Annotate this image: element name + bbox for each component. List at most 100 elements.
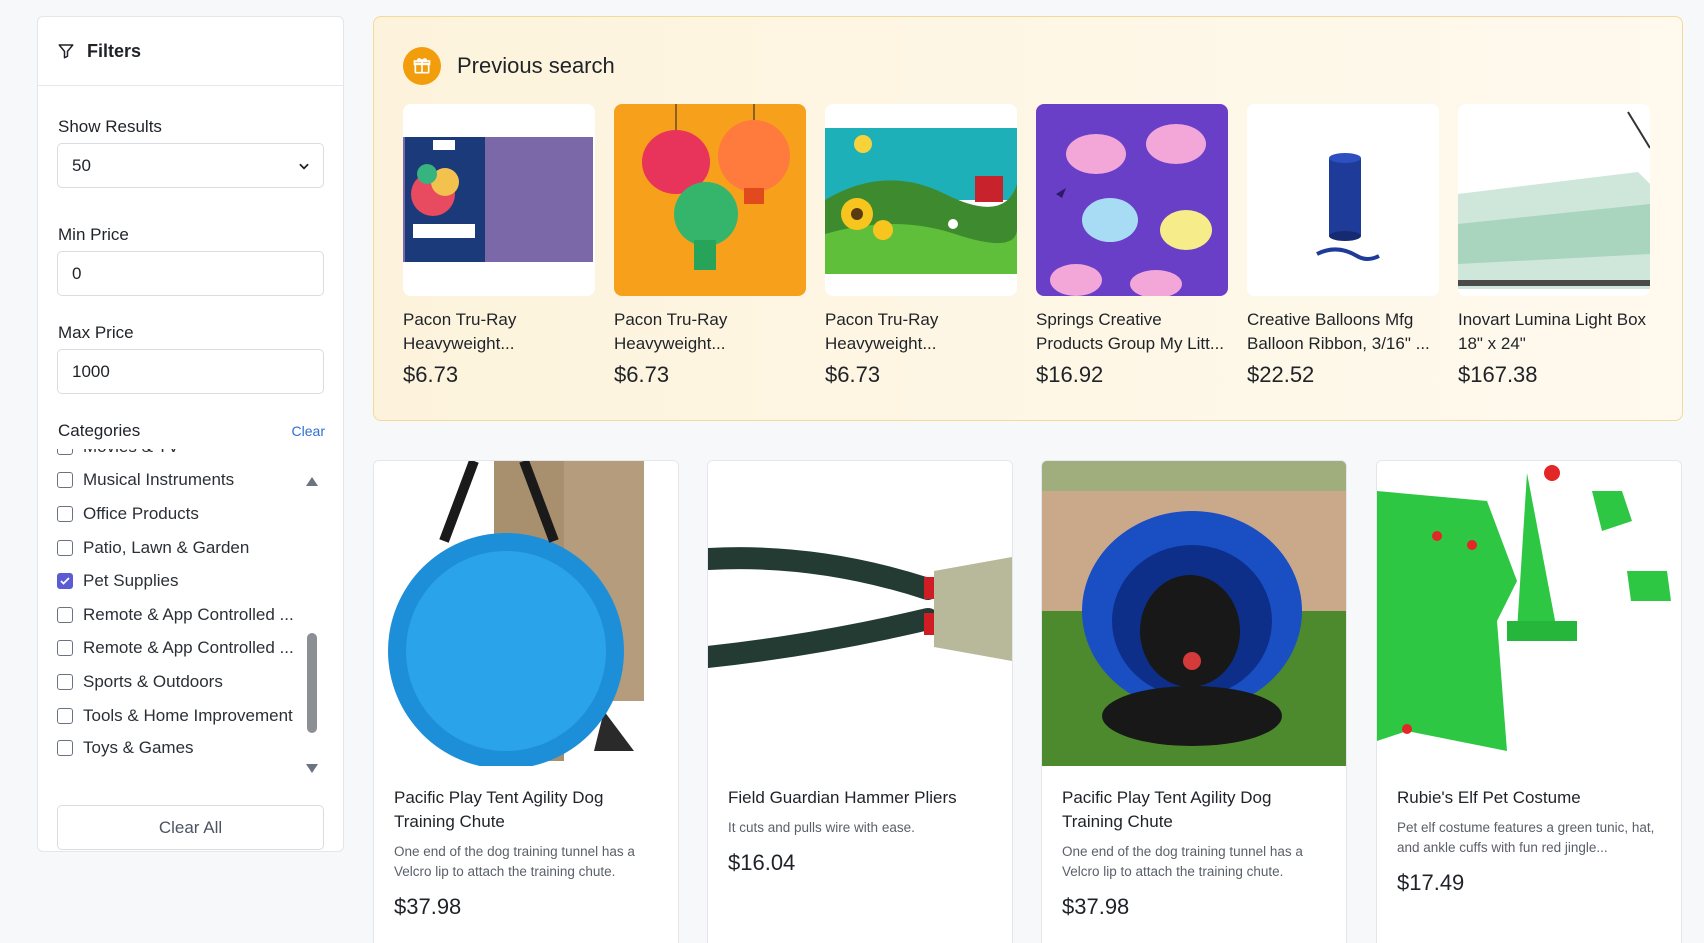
category-item[interactable]: Remote & App Controlled ... (57, 638, 294, 658)
previous-search-title: Previous search (457, 53, 615, 78)
product-price: $22.52 (1247, 362, 1315, 387)
product-title[interactable]: Springs Creative Products Group My Litt.… (1036, 308, 1228, 356)
product-image (1042, 461, 1346, 766)
product-image (1247, 104, 1439, 296)
category-label: Remote & App Controlled ... (83, 605, 294, 624)
product-price: $6.73 (403, 362, 459, 387)
product-title[interactable]: Pacon Tru-Ray Heavyweight... (403, 308, 595, 356)
category-item[interactable]: Sports & Outdoors (57, 672, 223, 692)
scroll-up-arrow-icon[interactable] (306, 477, 318, 486)
product-title[interactable]: Pacon Tru-Ray Heavyweight... (614, 308, 806, 356)
category-item[interactable]: Tools & Home Improvement (57, 706, 293, 726)
previous-search-card[interactable]: Inovart Lumina Light Box 18" x 24" $167.… (1458, 104, 1650, 388)
product-card[interactable]: Field Guardian Hammer Pliers It cuts and… (707, 460, 1013, 943)
category-item[interactable]: Toys & Games (57, 738, 194, 758)
product-card[interactable]: Pacific Play Tent Agility Dog Training C… (1041, 460, 1347, 943)
category-label: Pet Supplies (83, 571, 179, 590)
show-results-select[interactable]: 50 (57, 143, 324, 188)
product-price: $16.04 (728, 850, 796, 875)
category-scrollbar[interactable] (303, 473, 319, 773)
check-icon (60, 577, 70, 585)
clear-all-button[interactable]: Clear All (57, 805, 324, 850)
product-image (1036, 104, 1228, 296)
min-price-label: Min Price (58, 225, 129, 244)
checkbox[interactable] (57, 640, 73, 656)
filters-sidebar: Filters Show Results 50 Min Price 0 Max … (37, 16, 344, 852)
category-label: Patio, Lawn & Garden (83, 538, 250, 557)
product-image (708, 461, 1012, 766)
category-item[interactable]: Patio, Lawn & Garden (57, 538, 249, 558)
product-price: $16.92 (1036, 362, 1104, 387)
max-price-input[interactable]: 1000 (57, 349, 324, 394)
show-results-label: Show Results (58, 117, 162, 136)
product-price: $37.98 (394, 894, 462, 919)
previous-search-card[interactable]: Springs Creative Products Group My Litt.… (1036, 104, 1228, 388)
product-price: $6.73 (825, 362, 881, 387)
filter-icon (58, 44, 74, 59)
categories-label: Categories (58, 421, 141, 440)
category-label: Sports & Outdoors (83, 672, 223, 691)
category-item[interactable]: Remote & App Controlled ... (57, 605, 294, 625)
filters-title: Filters (87, 40, 142, 61)
checkbox[interactable] (57, 540, 73, 556)
min-price-value: 0 (72, 263, 82, 283)
product-title[interactable]: Rubie's Elf Pet Costume (1397, 786, 1661, 810)
category-item[interactable]: Movies & TV (57, 449, 179, 457)
product-price: $17.49 (1397, 870, 1465, 895)
checkbox[interactable] (57, 708, 73, 724)
product-title[interactable]: Creative Balloons Mfg Balloon Ribbon, 3/… (1247, 308, 1439, 356)
category-item[interactable]: Pet Supplies (57, 571, 178, 591)
checkbox[interactable] (57, 674, 73, 690)
product-title[interactable]: Field Guardian Hammer Pliers (728, 786, 992, 810)
gift-icon (403, 47, 441, 85)
product-image (825, 104, 1017, 296)
checkbox[interactable] (57, 472, 73, 488)
product-card[interactable]: Rubie's Elf Pet Costume Pet elf costume … (1376, 460, 1682, 943)
filters-header: Filters (38, 17, 343, 86)
scroll-down-arrow-icon[interactable] (306, 764, 318, 773)
category-label: Remote & App Controlled ... (83, 638, 294, 657)
product-title[interactable]: Pacon Tru-Ray Heavyweight... (825, 308, 1017, 356)
previous-search-card[interactable]: Creative Balloons Mfg Balloon Ribbon, 3/… (1247, 104, 1439, 388)
product-price: $167.38 (1458, 362, 1538, 387)
previous-search-card[interactable]: Pacon Tru-Ray Heavyweight... $6.73 (825, 104, 1017, 388)
product-image (374, 461, 678, 766)
min-price-input[interactable]: 0 (57, 251, 324, 296)
product-title[interactable]: Inovart Lumina Light Box 18" x 24" (1458, 308, 1650, 356)
product-title[interactable]: Pacific Play Tent Agility Dog Training C… (1062, 786, 1326, 834)
previous-search-header: Previous search (403, 47, 615, 85)
checkbox[interactable] (57, 506, 73, 522)
product-price: $37.98 (1062, 894, 1130, 919)
clear-categories-link[interactable]: Clear (292, 423, 325, 439)
previous-search-card[interactable]: Pacon Tru-Ray Heavyweight... $6.73 (614, 104, 806, 388)
product-description: One end of the dog training tunnel has a… (394, 844, 635, 879)
product-description: Pet elf costume features a green tunic, … (1397, 820, 1655, 855)
product-description: One end of the dog training tunnel has a… (1062, 844, 1303, 879)
product-image (614, 104, 806, 296)
category-label: Toys & Games (83, 738, 194, 757)
product-image (1377, 461, 1681, 766)
product-description: It cuts and pulls wire with ease. (728, 820, 915, 835)
product-image (1458, 104, 1650, 296)
scrollbar-thumb[interactable] (307, 633, 317, 733)
category-label: Musical Instruments (83, 470, 235, 489)
max-price-value: 1000 (72, 361, 110, 381)
category-label: Tools & Home Improvement (83, 706, 293, 725)
checkbox[interactable] (57, 740, 73, 756)
category-label: Office Products (83, 504, 199, 523)
previous-search-card[interactable]: Pacon Tru-Ray Heavyweight... $6.73 (403, 104, 595, 388)
checkbox-checked[interactable] (57, 573, 73, 589)
checkbox[interactable] (57, 449, 73, 455)
product-title[interactable]: Pacific Play Tent Agility Dog Training C… (394, 786, 658, 834)
product-price: $6.73 (614, 362, 670, 387)
product-card[interactable]: Pacific Play Tent Agility Dog Training C… (373, 460, 679, 943)
category-item[interactable]: Musical Instruments (57, 470, 234, 490)
show-results-value: 50 (72, 155, 91, 175)
category-item[interactable]: Office Products (57, 504, 199, 524)
category-label: Movies & TV (83, 449, 179, 457)
product-image (403, 104, 595, 296)
max-price-label: Max Price (58, 323, 134, 342)
previous-search-panel: Previous search Pacon Tru-Ray Heavyweigh… (373, 16, 1683, 421)
chevron-down-icon (299, 163, 309, 170)
checkbox[interactable] (57, 607, 73, 623)
